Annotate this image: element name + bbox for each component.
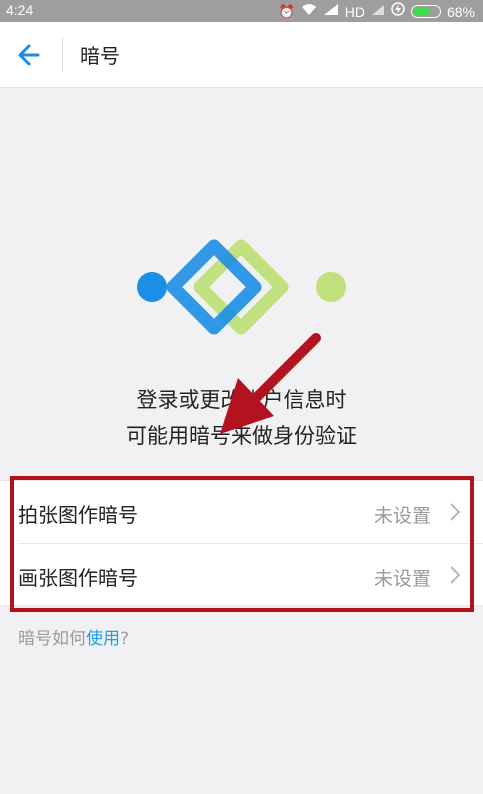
alarm-icon: ⏰ xyxy=(278,3,295,19)
help-prefix: 暗号如何 xyxy=(18,629,86,649)
battery-percent: 68% xyxy=(446,3,475,20)
secret-code-logo-icon xyxy=(137,239,346,335)
help-suffix: ? xyxy=(120,629,130,649)
charging-icon xyxy=(391,2,405,21)
app-header: 暗号 xyxy=(0,22,483,88)
network-type: HD xyxy=(344,3,365,20)
battery-icon xyxy=(410,5,441,18)
annotation-arrow-icon xyxy=(220,333,321,434)
help-usage-link[interactable]: 使用 xyxy=(86,629,120,649)
signal-icon xyxy=(323,3,339,21)
signal-icon-2 xyxy=(371,3,385,21)
header-divider xyxy=(62,38,63,72)
help-text: 暗号如何使用? xyxy=(18,624,129,649)
annotation-highlight-box xyxy=(10,476,474,612)
wifi-icon xyxy=(301,3,317,21)
status-bar: 4:24 ⏰ HD 68% xyxy=(0,0,483,22)
back-arrow-icon xyxy=(18,44,40,66)
page-title: 暗号 xyxy=(80,44,120,68)
back-button[interactable] xyxy=(12,38,48,72)
status-icons: ⏰ HD 68% xyxy=(279,2,475,21)
status-time: 4:24 xyxy=(6,2,34,18)
